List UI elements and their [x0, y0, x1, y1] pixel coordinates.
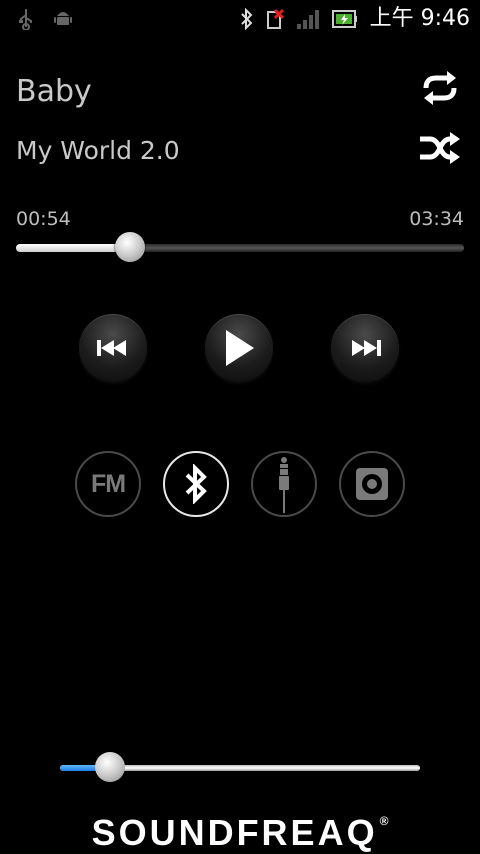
- transport-controls: [0, 314, 480, 384]
- bluetooth-icon: [184, 464, 208, 504]
- brand-name: SOUNDFREAQ: [91, 812, 378, 853]
- repeat-button[interactable]: [418, 70, 462, 106]
- status-time: 上午 9:46: [369, 6, 470, 31]
- previous-button[interactable]: [79, 314, 147, 382]
- bluetooth-icon: [240, 8, 254, 30]
- android-icon: [54, 8, 72, 30]
- fm-source-button[interactable]: FM: [75, 451, 141, 517]
- aux-source-button[interactable]: [251, 451, 317, 517]
- volume-thumb[interactable]: [95, 752, 126, 782]
- elapsed-time: 00:54: [16, 208, 71, 230]
- album-title: My World 2.0: [16, 136, 180, 165]
- volume-slider[interactable]: [60, 752, 420, 782]
- bluetooth-source-button[interactable]: [163, 451, 229, 517]
- audio-source-selector: FM: [0, 451, 480, 517]
- play-icon: [222, 329, 256, 367]
- sim-error-icon: [266, 8, 284, 30]
- skip-previous-icon: [96, 339, 130, 357]
- seek-progress: [16, 244, 130, 252]
- shuffle-icon: [418, 130, 462, 166]
- seek-thumb[interactable]: [114, 232, 145, 262]
- song-title: Baby: [16, 74, 92, 109]
- play-button[interactable]: [205, 314, 273, 382]
- speaker-icon: [355, 467, 389, 501]
- status-bar: 上午 9:46: [0, 0, 480, 38]
- headphone-jack-icon: [274, 455, 294, 513]
- shuffle-button[interactable]: [418, 130, 462, 166]
- seek-bar[interactable]: [16, 232, 464, 262]
- battery-icon: [331, 9, 358, 29]
- repeat-icon: [418, 70, 462, 106]
- brand-logo: SOUNDFREAQ ®: [0, 812, 480, 854]
- next-button[interactable]: [331, 314, 399, 382]
- speaker-source-button[interactable]: [339, 451, 405, 517]
- total-time: 03:34: [409, 208, 464, 230]
- fm-label: FM: [90, 469, 126, 498]
- usb-icon: [18, 8, 34, 30]
- signal-icon: [296, 8, 320, 30]
- registered-mark: ®: [379, 814, 389, 828]
- skip-next-icon: [348, 339, 382, 357]
